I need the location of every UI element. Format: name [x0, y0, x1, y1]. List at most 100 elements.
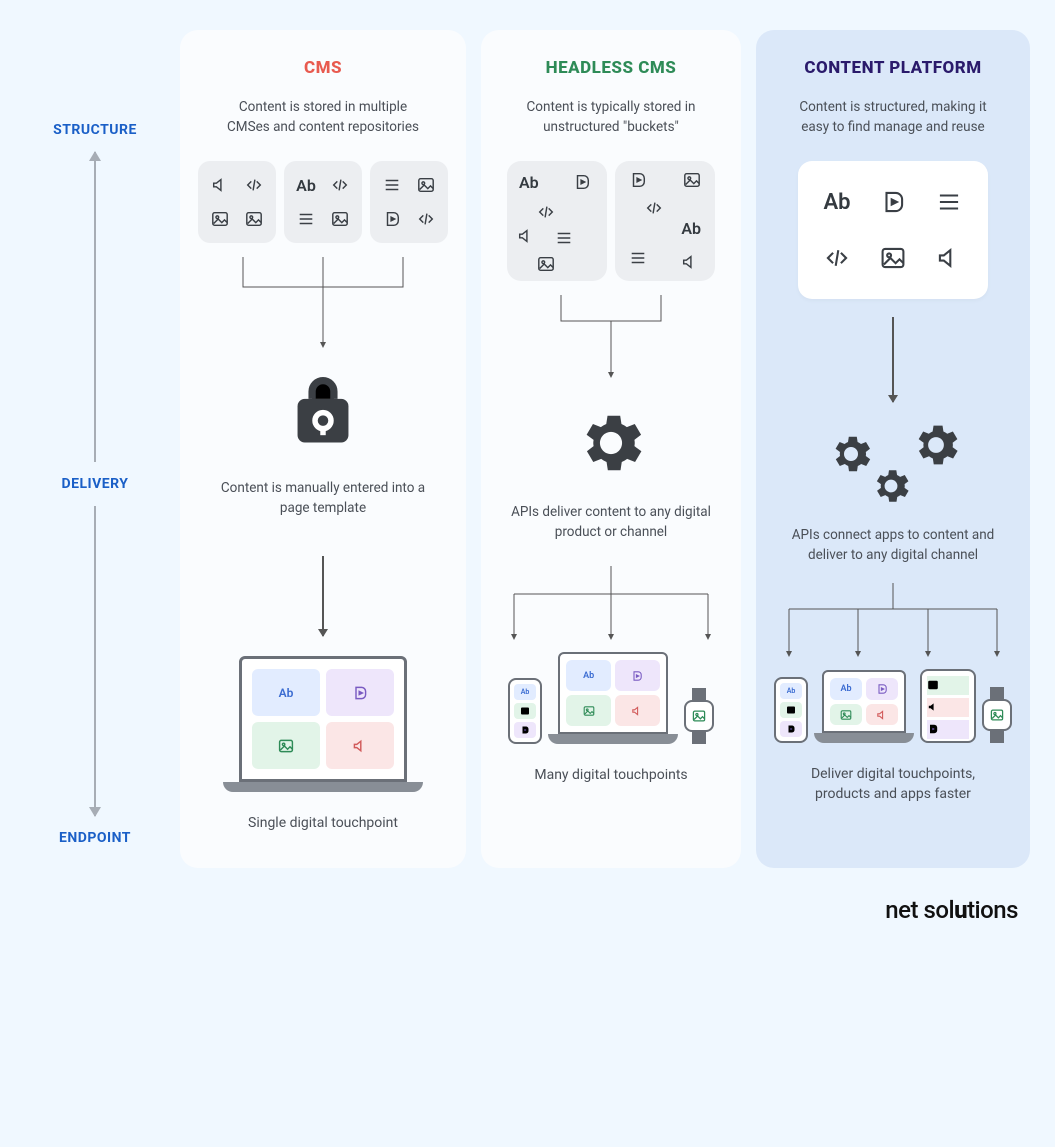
code-icon — [245, 176, 263, 194]
text-icon: Ab — [514, 684, 536, 700]
play-icon — [383, 210, 401, 228]
image-icon — [830, 704, 862, 726]
cms-delivery-text: Content is manually entered into a page … — [218, 479, 428, 518]
phone-icon: Ab — [508, 678, 542, 744]
menu-icon — [555, 229, 573, 247]
comparison-grid: STRUCTURE DELIVERY ENDPOINT CMS Content … — [25, 30, 1030, 868]
cms-repo-1 — [198, 161, 276, 243]
image-icon — [566, 695, 611, 726]
axis-arrow-down — [94, 506, 96, 816]
label-structure: STRUCTURE — [53, 122, 137, 138]
headless-fan-connector — [506, 566, 716, 646]
play-icon — [326, 669, 394, 716]
image-icon — [331, 210, 349, 228]
code-icon — [331, 176, 349, 194]
image-icon — [927, 676, 969, 695]
text-icon: Ab — [279, 686, 294, 700]
headless-structure-text: Content is typically stored in unstructu… — [506, 98, 716, 137]
platform-endpoint-text: Deliver digital touchpoints, products an… — [793, 765, 993, 804]
title-cms: CMS — [304, 58, 342, 78]
gears-icon — [823, 424, 963, 508]
cms-endpoint-text: Single digital touchpoint — [248, 814, 398, 834]
cms-merge-connector — [233, 257, 413, 357]
play-icon — [573, 173, 591, 191]
speaker-icon — [211, 176, 229, 194]
gear-icon — [573, 405, 649, 485]
play-icon — [780, 721, 802, 737]
platform-down-connector — [892, 317, 894, 402]
text-icon: Ab — [583, 671, 594, 681]
shopping-bag-icon — [283, 377, 363, 461]
title-platform: CONTENT PLATFORM — [804, 58, 981, 78]
speaker-icon — [517, 227, 535, 245]
code-icon — [417, 210, 435, 228]
image-icon — [780, 702, 802, 718]
platform-structure-text: Content is structured, making it easy to… — [788, 98, 998, 137]
brand-suffix: tions — [967, 896, 1018, 924]
image-icon — [514, 703, 536, 719]
platform-delivery-text: APIs connect apps to content and deliver… — [788, 526, 998, 565]
bucket-1: Ab — [507, 161, 607, 281]
image-icon — [537, 255, 555, 273]
tablet-icon — [920, 669, 976, 743]
axis-arrow-up — [94, 152, 96, 462]
column-headless: HEADLESS CMS Content is typically stored… — [481, 30, 741, 868]
menu-icon — [297, 210, 315, 228]
headless-buckets: Ab Ab — [507, 161, 715, 281]
brand-prefix: net sol — [885, 896, 954, 924]
play-icon — [615, 660, 660, 691]
image-icon — [245, 210, 263, 228]
brand-footer: net solutions — [25, 868, 1030, 924]
cms-single-connector — [322, 556, 324, 636]
label-delivery: DELIVERY — [62, 476, 129, 492]
play-icon — [866, 678, 898, 700]
laptop-icon: Ab — [814, 670, 914, 743]
laptop-icon: Ab — [223, 656, 423, 792]
image-icon — [683, 171, 701, 189]
menu-icon — [629, 249, 647, 267]
image-icon — [252, 722, 320, 769]
cms-repo-2: Ab — [284, 161, 362, 243]
column-platform: CONTENT PLATFORM Content is structured, … — [756, 30, 1030, 868]
image-icon — [417, 176, 435, 194]
bucket-2: Ab — [615, 161, 715, 281]
label-endpoint: ENDPOINT — [59, 830, 131, 846]
cms-repo-3 — [370, 161, 448, 243]
code-icon — [645, 199, 663, 217]
code-icon — [537, 203, 555, 221]
headless-endpoint-devices: Ab Ab — [508, 652, 714, 744]
speaker-icon — [681, 253, 699, 271]
platform-endpoint-devices: Ab Ab — [774, 669, 1012, 743]
watch-icon — [982, 687, 1012, 743]
play-icon — [927, 720, 969, 739]
platform-structured-content: Ab — [798, 161, 988, 299]
title-headless: HEADLESS CMS — [546, 58, 677, 78]
speaker-icon — [326, 722, 394, 769]
headless-delivery-text: APIs deliver content to any digital prod… — [506, 503, 716, 542]
play-icon — [880, 189, 906, 215]
speaker-icon — [615, 695, 660, 726]
speaker-icon — [866, 704, 898, 726]
phone-icon: Ab — [774, 677, 808, 743]
watch-icon — [684, 688, 714, 744]
menu-icon — [936, 189, 962, 215]
play-icon — [629, 171, 647, 189]
text-icon: Ab — [681, 219, 701, 238]
text-icon: Ab — [840, 684, 851, 694]
row-labels-column: STRUCTURE DELIVERY ENDPOINT — [25, 30, 165, 868]
text-icon: Ab — [296, 176, 316, 195]
menu-icon — [383, 176, 401, 194]
play-icon — [514, 722, 536, 738]
text-icon: Ab — [823, 190, 850, 215]
image-icon — [880, 245, 906, 271]
headless-endpoint-text: Many digital touchpoints — [534, 766, 687, 786]
cms-endpoint-devices: Ab — [223, 656, 423, 792]
laptop-icon: Ab — [548, 652, 678, 744]
speaker-icon — [927, 698, 969, 717]
cms-structure-text: Content is stored in multiple CMSes and … — [218, 98, 428, 137]
cms-repositories: Ab — [198, 161, 448, 243]
speaker-icon — [936, 245, 962, 271]
text-icon: Ab — [780, 683, 802, 699]
text-icon: Ab — [519, 173, 539, 192]
image-icon — [211, 210, 229, 228]
